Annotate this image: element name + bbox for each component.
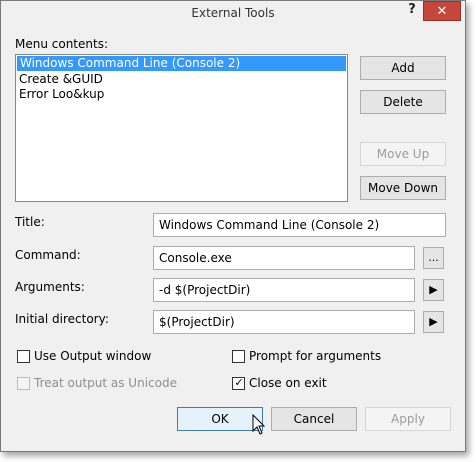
initial-directory-label: Initial directory:: [15, 312, 109, 326]
external-tools-dialog: External Tools ? ✕ Menu contents: Window…: [0, 0, 466, 452]
help-button[interactable]: ?: [401, 1, 423, 21]
dialog-title: External Tools: [191, 6, 275, 20]
menu-contents-list[interactable]: Windows Command Line (Console 2) Create …: [15, 54, 348, 202]
title-label: Title:: [15, 215, 45, 229]
browse-button[interactable]: ...: [423, 247, 444, 269]
treat-output-unicode-label: Treat output as Unicode: [34, 376, 177, 390]
arguments-label: Arguments:: [15, 280, 85, 294]
directory-macro-arrow-icon[interactable]: ▶: [423, 311, 444, 333]
title-field[interactable]: Windows Command Line (Console 2): [153, 213, 446, 237]
add-button[interactable]: Add: [360, 56, 446, 80]
arguments-macro-arrow-icon[interactable]: ▶: [423, 279, 444, 301]
list-item[interactable]: Error Loo&kup: [16, 87, 347, 102]
command-label: Command:: [15, 248, 81, 262]
ok-button[interactable]: OK: [177, 407, 263, 431]
close-on-exit-label[interactable]: Close on exit: [249, 376, 327, 390]
title-bar[interactable]: External Tools ? ✕: [1, 1, 465, 25]
move-down-button[interactable]: Move Down: [360, 176, 446, 200]
use-output-window-checkbox[interactable]: [17, 350, 30, 363]
delete-button[interactable]: Delete: [360, 90, 446, 114]
use-output-window-label[interactable]: Use Output window: [34, 349, 151, 363]
cancel-button[interactable]: Cancel: [271, 407, 357, 431]
close-button[interactable]: ✕: [423, 1, 461, 21]
apply-button[interactable]: Apply: [365, 407, 451, 431]
list-item[interactable]: Windows Command Line (Console 2): [17, 56, 346, 71]
prompt-for-arguments-checkbox[interactable]: [232, 350, 245, 363]
command-field[interactable]: Console.exe: [153, 246, 415, 270]
initial-directory-field[interactable]: $(ProjectDir): [153, 310, 415, 334]
arguments-field[interactable]: -d $(ProjectDir): [153, 278, 415, 302]
close-on-exit-checkbox[interactable]: ✓: [232, 376, 245, 390]
menu-contents-label: Menu contents:: [15, 37, 108, 51]
list-item[interactable]: Create &GUID: [16, 72, 347, 87]
treat-output-unicode-checkbox[interactable]: [17, 377, 30, 390]
checkmark-icon: ✓: [234, 376, 244, 389]
mouse-cursor-icon: [252, 414, 266, 435]
prompt-for-arguments-label[interactable]: Prompt for arguments: [249, 349, 381, 363]
move-up-button[interactable]: Move Up: [360, 142, 446, 166]
